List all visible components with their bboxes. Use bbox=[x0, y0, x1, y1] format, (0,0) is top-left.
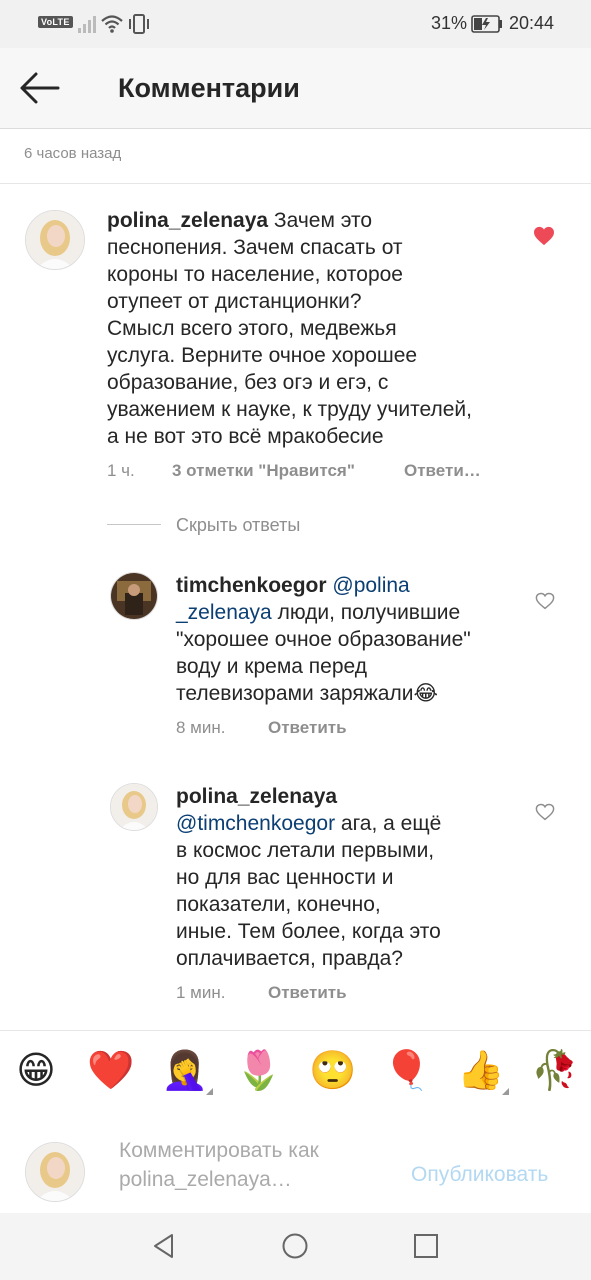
hide-replies-button[interactable]: Скрыть ответы bbox=[176, 515, 300, 536]
reply-time: 8 мин. bbox=[176, 718, 226, 737]
likes-count[interactable]: 3 отметки "Нравится" bbox=[172, 461, 355, 481]
avatar[interactable] bbox=[110, 783, 158, 831]
emoji-wilted-rose[interactable]: 🥀 bbox=[531, 1047, 578, 1093]
reply-button[interactable]: Ответи… bbox=[404, 461, 481, 481]
vibrate-icon bbox=[129, 14, 149, 34]
status-time: 20:44 bbox=[509, 13, 555, 33]
comment-username[interactable]: polina_zelenaya bbox=[107, 209, 268, 232]
reply-text: timchenkoegor @polina _zelenaya люди, по… bbox=[176, 574, 471, 705]
reply-username[interactable]: polina_zelenaya bbox=[176, 785, 337, 808]
heart-outline-icon[interactable] bbox=[535, 592, 555, 610]
nav-back-icon[interactable] bbox=[150, 1232, 178, 1260]
heart-filled-icon[interactable] bbox=[533, 226, 555, 246]
publish-button[interactable]: Опубликовать bbox=[411, 1163, 548, 1187]
avatar[interactable] bbox=[110, 572, 158, 620]
avatar[interactable] bbox=[25, 210, 85, 270]
volte-icon: VoLTE bbox=[38, 16, 73, 28]
post-time: 6 часов назад bbox=[24, 145, 122, 162]
arrow-left-icon[interactable] bbox=[18, 70, 60, 106]
reply-text: polina_zelenaya @timchenkoegor ага, а ещ… bbox=[176, 785, 442, 970]
divider bbox=[0, 183, 591, 184]
emoji-facepalm[interactable]: 🤦‍♀️ bbox=[161, 1047, 213, 1095]
mention-link[interactable]: @polina bbox=[332, 574, 409, 597]
mention-link[interactable]: _zelenaya bbox=[176, 601, 272, 624]
avatar bbox=[25, 1142, 85, 1202]
emoji-thumbsup[interactable]: 👍 bbox=[457, 1047, 509, 1095]
emoji-balloon[interactable]: 🎈 bbox=[383, 1047, 430, 1093]
heart-outline-icon[interactable] bbox=[535, 803, 555, 821]
battery-percent: 31% bbox=[431, 13, 468, 33]
emoji-tulip[interactable]: 🌷 bbox=[235, 1047, 282, 1093]
comment-input[interactable]: Комментировать как polina_zelenaya… bbox=[119, 1136, 369, 1194]
battery-charging-icon bbox=[471, 15, 502, 33]
reply-username[interactable]: timchenkoegor bbox=[176, 574, 327, 597]
signal-icon bbox=[78, 16, 96, 33]
page-title: Комментарии bbox=[118, 73, 300, 103]
comment-text: polina_zelenaya Зачем это песнопения. За… bbox=[107, 209, 472, 448]
hide-replies-line bbox=[107, 524, 161, 525]
reply-time: 1 мин. bbox=[176, 983, 226, 1002]
wifi-icon bbox=[101, 15, 123, 33]
comment-time: 1 ч. bbox=[107, 461, 135, 480]
nav-home-icon[interactable] bbox=[281, 1232, 309, 1260]
reply-button[interactable]: Ответить bbox=[268, 983, 347, 1003]
reply-button[interactable]: Ответить bbox=[268, 718, 347, 738]
mention-link[interactable]: @timchenkoegor bbox=[176, 812, 335, 835]
emoji-heart[interactable]: ❤️ bbox=[87, 1047, 134, 1093]
nav-recents-icon[interactable] bbox=[413, 1233, 439, 1259]
emoji-grin[interactable]: 😁 bbox=[13, 1047, 59, 1093]
emoji-eyeroll[interactable]: 🙄 bbox=[309, 1047, 356, 1093]
